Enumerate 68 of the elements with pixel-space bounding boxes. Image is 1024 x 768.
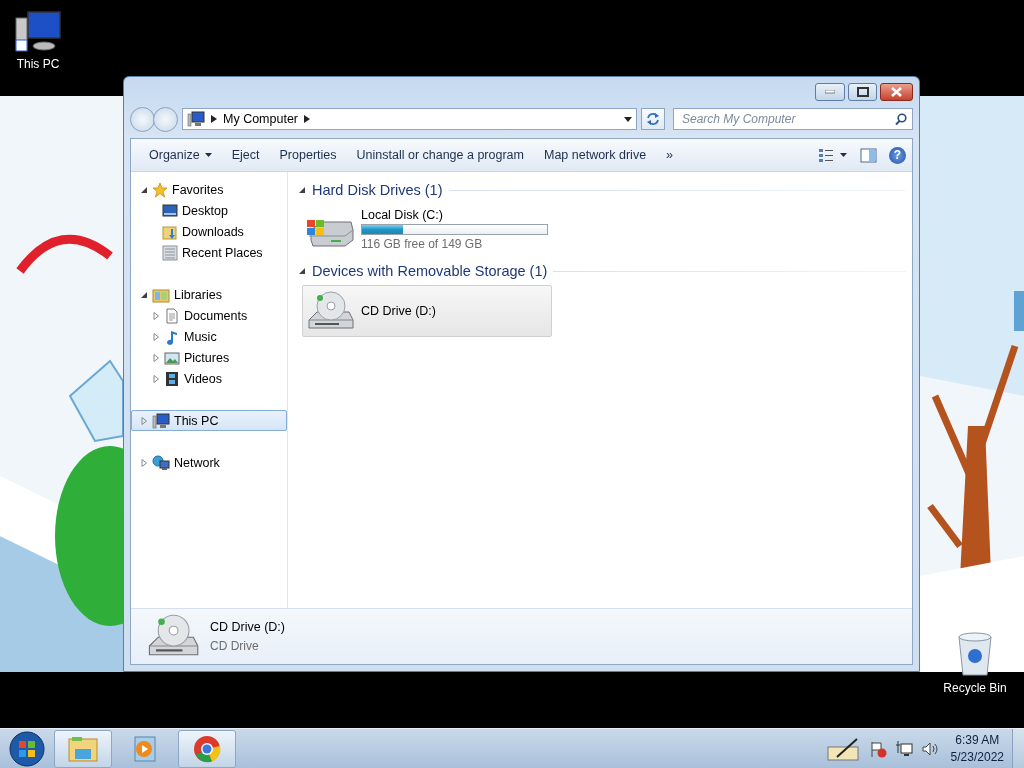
help-button[interactable]: ?	[889, 146, 906, 164]
recent-places-icon	[162, 244, 178, 261]
refresh-icon[interactable]	[646, 112, 660, 126]
pictures-icon	[164, 349, 180, 366]
nav-item[interactable]: Documents	[131, 305, 287, 326]
breadcrumb-arrow-icon[interactable]	[304, 115, 311, 123]
minimize-button[interactable]	[815, 83, 845, 101]
expand-arrow-icon[interactable]	[140, 185, 148, 194]
group-header[interactable]: Hard Disk Drives (1)	[312, 182, 443, 198]
clock-time[interactable]: 6:39 AM	[955, 733, 1000, 747]
computer-icon	[187, 111, 205, 127]
desktop-icon	[162, 202, 178, 219]
caret-icon[interactable]	[204, 153, 212, 157]
nav-item[interactable]: Favorites	[131, 179, 287, 200]
desktop-icon[interactable]: Recycle Bin	[937, 632, 1013, 695]
toolbar-button[interactable]: Map network drive	[533, 144, 657, 166]
details-name: CD Drive (D:)	[210, 620, 285, 634]
computer-icon	[14, 10, 62, 54]
nav-item[interactable]: Music	[131, 326, 287, 347]
network-icon	[152, 454, 170, 471]
nav-item[interactable]: Desktop	[131, 200, 287, 221]
view-options-icon[interactable]	[818, 148, 848, 162]
search-field[interactable]: Search My Computer	[673, 108, 913, 130]
close-icon[interactable]	[891, 87, 902, 97]
download-folder-icon	[162, 223, 178, 240]
expand-arrow-icon[interactable]	[298, 186, 306, 194]
refresh-button[interactable]	[641, 108, 665, 130]
maximize-button[interactable]	[848, 83, 877, 101]
flag-icon[interactable]	[868, 739, 887, 758]
drive-tile[interactable]: Local Disk (C:) 116 GB free of 149 GB	[302, 204, 552, 255]
desktop-icon[interactable]: This PC	[0, 10, 76, 71]
library-icon	[152, 286, 170, 303]
expand-arrow-icon[interactable]	[298, 267, 306, 275]
nav-item[interactable]: Network	[131, 452, 287, 473]
nav-item[interactable]: Libraries	[131, 284, 287, 305]
search-icon	[895, 113, 907, 125]
expand-arrow-icon[interactable]	[140, 290, 148, 299]
pen-tablet-icon[interactable]	[826, 736, 861, 761]
breadcrumb-arrow-icon[interactable]	[211, 115, 217, 123]
drive-tile[interactable]: CD Drive (D:)	[302, 285, 552, 337]
minimize-icon[interactable]	[825, 90, 835, 94]
close-button[interactable]	[880, 83, 913, 101]
computer-icon	[152, 412, 170, 429]
group-header[interactable]: Devices with Removable Storage (1)	[312, 263, 548, 279]
cd-drive-icon	[305, 290, 355, 332]
toolbar-button[interactable]: »	[656, 144, 684, 166]
document-icon	[164, 307, 180, 324]
nav-item[interactable]: Downloads	[131, 221, 287, 242]
maximize-icon[interactable]	[856, 87, 869, 97]
recycle-bin-icon	[955, 632, 995, 678]
star-icon	[152, 181, 168, 198]
music-note-icon	[164, 328, 180, 345]
film-icon	[164, 370, 180, 387]
toolbar-button[interactable]: Uninstall or change a program	[346, 144, 534, 166]
dropdown-arrow-icon[interactable]	[624, 116, 632, 122]
toolbar-button[interactable]: Eject	[221, 144, 270, 166]
toolbar-button[interactable]: Organize	[139, 144, 222, 166]
nav-item[interactable]: Videos	[131, 368, 287, 389]
nav-item[interactable]: This PC	[131, 410, 287, 431]
address-bar[interactable]: My Computer	[182, 108, 637, 130]
nav-item[interactable]: Pictures	[131, 347, 287, 368]
browser-icon[interactable]	[192, 733, 222, 764]
toolbar-button[interactable]: Properties	[269, 144, 347, 166]
clock-date[interactable]: 5/23/2022	[950, 750, 1004, 764]
details-type: CD Drive	[210, 639, 260, 653]
taskbar-app-button[interactable]	[178, 729, 236, 768]
nav-item[interactable]: Recent Places	[131, 242, 287, 263]
network-icon[interactable]	[894, 739, 913, 758]
